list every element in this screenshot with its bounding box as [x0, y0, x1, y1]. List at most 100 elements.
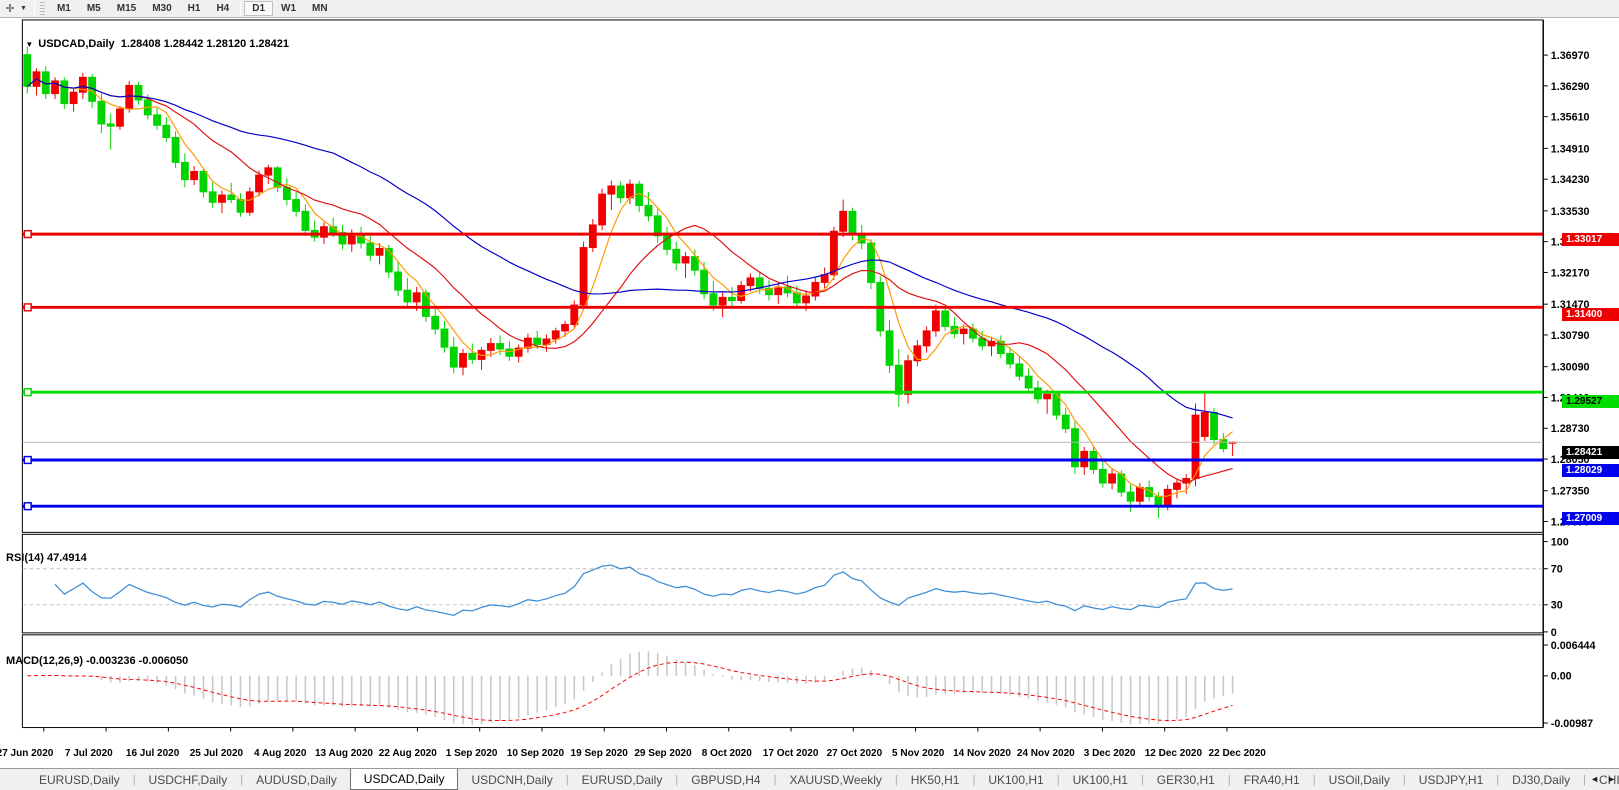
timeframe-button-m5[interactable]: M5	[79, 1, 109, 16]
chart-title: ▼ USDCAD,Daily 1.28408 1.28442 1.28120 1.…	[7, 26, 289, 62]
date-label: 10 Sep 2020	[506, 748, 565, 759]
timeframe-button-m1[interactable]: M1	[49, 1, 79, 16]
price-tick-label: 1.28730	[1551, 423, 1590, 435]
candle-body	[1135, 487, 1144, 502]
line-drag-marker[interactable]	[23, 229, 32, 239]
price-tick-label: 1.27350	[1551, 486, 1590, 498]
macd-tick-label: 0.00	[1551, 671, 1572, 683]
candle-body	[867, 242, 875, 283]
chart-tab-eurusd-daily[interactable]: EURUSD,Daily	[569, 769, 676, 790]
timeframe-button-m30[interactable]: M30	[144, 1, 179, 16]
main-pane[interactable]	[21, 19, 1544, 533]
candle-body	[561, 324, 569, 332]
chart-tab-uk100-h1[interactable]: UK100,H1	[975, 769, 1056, 790]
candle-body	[616, 185, 625, 199]
date-label: 13 Aug 2020	[315, 748, 373, 759]
chart-tab-ger30-h1[interactable]: GER30,H1	[1144, 769, 1228, 790]
candle-body	[422, 292, 430, 317]
chart-area[interactable]: 1.36970 1.36290 1.35610 1.34910 1.34230 1.335…	[0, 18, 1619, 750]
candle-body	[190, 170, 199, 181]
candle-body	[551, 330, 560, 340]
toolbar-grip-handle[interactable]	[39, 1, 45, 16]
date-label: 5 Nov 2020	[892, 748, 945, 759]
candle-body	[533, 337, 542, 345]
chart-tab-usdchf-daily[interactable]: USDCHF,Daily	[136, 769, 241, 790]
date-label: 1 Sep 2020	[445, 748, 498, 759]
candle-body	[153, 114, 161, 126]
chart-tab-audusd-daily[interactable]: AUDUSD,Daily	[243, 769, 350, 790]
mt4-terminal: ✛ ▼ M1 M5 M15 M30 H1 H4 D1 W1 MN 1.36970 1.36290 1…	[0, 0, 1619, 790]
timeframe-button-h4[interactable]: H4	[208, 1, 237, 16]
chart-tab-xauusd-weekly[interactable]: XAUUSD,Weekly	[776, 769, 894, 790]
candle-body	[1006, 353, 1014, 365]
line-drag-marker[interactable]	[23, 388, 32, 397]
candle-body	[1210, 411, 1218, 441]
candle-body	[579, 247, 588, 306]
date-label: 17 Oct 2020	[762, 748, 819, 759]
hline-price-label: 1.33017	[1562, 232, 1619, 246]
candle-body	[709, 293, 718, 306]
chart-tab-uk100-h1[interactable]: UK100,H1	[1060, 769, 1141, 790]
candle-body	[496, 343, 505, 350]
candle-body	[1043, 393, 1052, 400]
tab-scroll-right-icon[interactable]: ►	[1607, 774, 1616, 784]
date-label: 19 Sep 2020	[570, 748, 628, 759]
chart-tab-usdcad-daily[interactable]: USDCAD,Daily	[349, 769, 459, 790]
date-label: 14 Nov 2020	[953, 748, 1011, 759]
hline-price-label: 1.29527	[1562, 394, 1619, 408]
line-drag-marker[interactable]	[23, 455, 32, 465]
candle-body	[829, 230, 838, 276]
candle-body	[227, 194, 236, 201]
timeframe-button-h1[interactable]: H1	[180, 1, 209, 16]
timeframe-button-m15[interactable]: M15	[109, 1, 144, 16]
chart-tab-hk50-h1[interactable]: HK50,H1	[898, 769, 973, 790]
candle-body	[245, 191, 254, 213]
candle-body	[292, 199, 301, 212]
candle-body	[394, 271, 403, 291]
timeframe-button-w1[interactable]: W1	[273, 1, 304, 16]
price-tick-label: 1.32170	[1551, 267, 1590, 279]
candle-body	[1154, 496, 1163, 507]
crosshair-cursor-icon[interactable]: ✛	[0, 1, 20, 17]
candle-body	[125, 84, 134, 110]
candle-body	[728, 296, 736, 302]
hline-price-label: 1.31400	[1562, 307, 1619, 321]
chart-tab-usdcnh-daily[interactable]: USDCNH,Daily	[458, 769, 565, 790]
candle-body	[97, 100, 106, 125]
chart-dropdown-icon[interactable]: ▼	[25, 40, 33, 49]
timeframe-button-mn[interactable]: MN	[304, 1, 336, 16]
chart-ohlc-values: 1.28408 1.28442 1.28120 1.28421	[120, 38, 290, 50]
chart-tab-fra40-h1[interactable]: FRA40,H1	[1231, 769, 1313, 790]
chart-tab-usdjpy-h1[interactable]: USDJPY,H1	[1406, 769, 1496, 790]
line-drag-marker[interactable]	[23, 502, 32, 511]
candle-body	[375, 247, 384, 256]
candle-body	[848, 210, 857, 235]
candle-body	[412, 292, 421, 303]
candle-body	[598, 193, 607, 226]
candle-body	[1163, 488, 1172, 507]
chart-symbol-label: USDCAD,Daily	[38, 38, 115, 50]
candle-body	[366, 242, 375, 256]
chart-tab-dj30-daily[interactable]: DJ30,Daily	[1499, 769, 1583, 790]
chart-canvas[interactable]: 1.36970 1.36290 1.35610 1.34910 1.34230 1.335…	[0, 18, 1619, 750]
chart-tab-eurusd-daily[interactable]: EURUSD,Daily	[26, 769, 133, 790]
candle-body	[644, 204, 653, 217]
price-tick-label: 1.30090	[1551, 362, 1590, 374]
chart-tab-gbpusd-h4[interactable]: GBPUSD,H4	[678, 769, 773, 790]
chart-tab-usoil-daily[interactable]: USOil,Daily	[1316, 769, 1403, 790]
toolbar-separator	[240, 1, 242, 16]
candle-body	[1126, 491, 1135, 502]
candle-body	[700, 269, 708, 295]
candle-body	[255, 174, 263, 193]
timeframe-button-d1[interactable]: D1	[244, 1, 274, 16]
macd-indicator-label: MACD(12,26,9) -0.003236 -0.006050	[6, 655, 189, 667]
macd-tick-label: -0.00987	[1551, 718, 1593, 730]
candle-body	[904, 360, 912, 395]
candle-body	[588, 224, 597, 249]
line-drag-marker[interactable]	[23, 303, 32, 312]
date-label: 29 Sep 2020	[634, 748, 692, 759]
tab-scroll-left-icon[interactable]: ◄	[1590, 774, 1599, 784]
caret-down-icon[interactable]: ▼	[20, 5, 27, 12]
candle-body	[162, 124, 171, 138]
rsi-pane[interactable]	[21, 533, 1544, 634]
